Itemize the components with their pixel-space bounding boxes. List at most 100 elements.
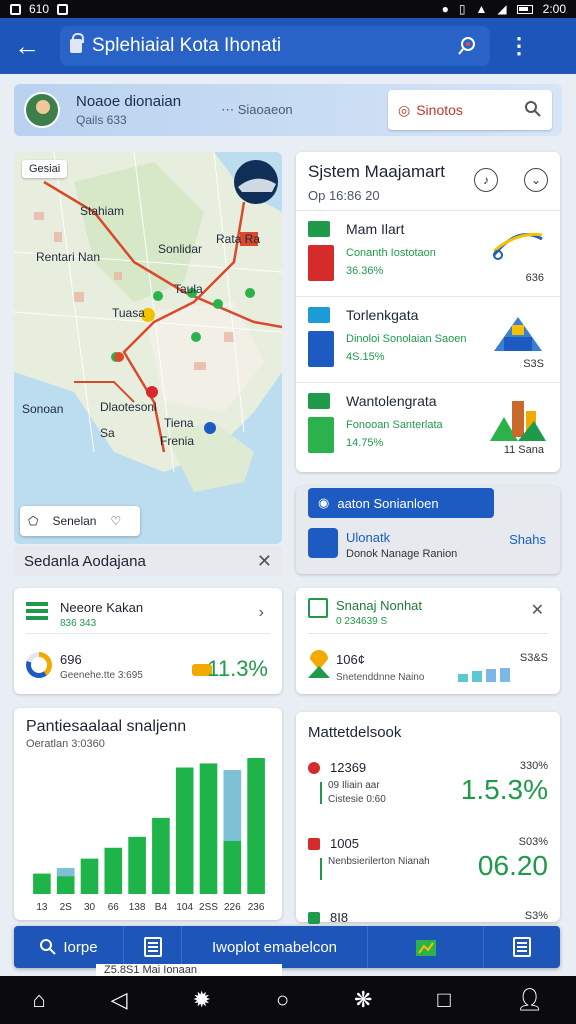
kpi-card-left[interactable]: Neeore Kakan 836 343 › 696 Geenehe.tte 3… [14, 588, 282, 694]
target-icon: ◎ [398, 101, 411, 118]
back-arrow-icon[interactable]: ← [10, 33, 44, 59]
music-icon[interactable]: ♪ [474, 168, 498, 192]
wifi-icon: ◢ [497, 2, 507, 16]
center-tab[interactable]: Iwoplot emabelcon [182, 926, 368, 968]
building-icon [308, 417, 334, 453]
map-badge: Gesiai [22, 160, 68, 178]
chart-bar [128, 836, 146, 894]
recents-icon[interactable]: □ [437, 989, 450, 1011]
item-value: 636 [525, 272, 544, 284]
vibrate-icon: ▯ [458, 2, 466, 16]
search-tab-label: Iorpe [63, 938, 98, 956]
x-tick-label: 2S [60, 902, 73, 913]
home-circle-icon[interactable]: ○ [276, 989, 289, 1011]
document-icon [143, 937, 162, 957]
list-item[interactable]: Mam Ilart Conanth Iostotaon 36.36% 636 [296, 210, 560, 296]
layers-icon: ⬠ [28, 514, 39, 528]
kpi-value-sub: Geenehe.tte 3:695 [60, 670, 143, 681]
system-management-card: Sjstem Maajamart Op 16:86 20 ♪ ⌄ Mam Ila… [296, 152, 560, 472]
x-tick-label: 30 [84, 902, 96, 913]
settings-icon[interactable]: ✹ [192, 989, 210, 1011]
kpi-card-right[interactable]: Snanaj Nonhat 0 234639 S ✕ 106¢ Snetendd… [296, 588, 560, 694]
signal-icon: ▲ [475, 2, 488, 16]
chart-bar [80, 858, 99, 894]
temple-icon [494, 317, 542, 351]
battery-icon [516, 4, 533, 14]
metric-line: 09 Iliain aar [328, 780, 380, 791]
search-tab[interactable]: Iorpe [14, 926, 124, 968]
item-value: S3S [523, 358, 544, 370]
action-card-subtitle: Donok Nanage Ranion [346, 548, 458, 560]
compass-icon [308, 528, 338, 558]
section-header: Sedanla Aodajana ✕ [14, 546, 282, 576]
chart-bar [56, 868, 75, 877]
share-link[interactable]: Shahs [509, 532, 546, 547]
sub-footer-text: Z5.8S1 Mai Ionaan [96, 964, 282, 976]
alarm-icon: ● [441, 2, 449, 16]
chevron-right-icon[interactable]: › [259, 604, 264, 622]
location-icon[interactable]: ⌄ [524, 168, 548, 192]
banner-middle-text: ⋯ Siaoaeon [221, 102, 293, 117]
metric-big-value: 06.20 [477, 850, 548, 881]
address-text: Splehiaial Kota Ihonati [92, 35, 282, 56]
location-pin-icon: ◉ [318, 495, 330, 510]
back-icon[interactable]: ◁ [111, 989, 128, 1011]
map-canvas [14, 152, 282, 492]
search-icon [40, 939, 57, 955]
heart-icon[interactable]: ♡ [110, 514, 121, 528]
x-tick-label: 2SS [199, 902, 218, 913]
map-label: Frenia [160, 434, 195, 448]
chart-bar [104, 847, 123, 894]
avatar[interactable] [24, 92, 60, 128]
divider [320, 782, 322, 804]
action-card[interactable]: ◉ aaton Sonianloen Ulonatk Donok Nanage … [296, 486, 560, 574]
report-tab[interactable] [484, 926, 560, 968]
list-item[interactable]: Torlenkgata Dinoloi Sonolaian Saoen 4S.1… [296, 296, 560, 382]
report-icon [513, 937, 531, 957]
close-icon[interactable]: ✕ [531, 600, 544, 620]
app-notification-icon [57, 3, 69, 15]
metric-row[interactable]: 12369 09 Iliain aar Cistesie 0:60 330% 1… [308, 760, 548, 820]
map-label: Dlaotesonl [100, 400, 157, 414]
bar-chart-card: Pantiesaalaal snaljenn Oeratlan 3:0360 1… [14, 708, 282, 920]
metric-percent: 330% [519, 760, 548, 772]
more-options-icon[interactable]: ⋮ [508, 35, 530, 57]
action-pill-label: aaton Sonianloen [337, 495, 439, 511]
map-view[interactable]: Gesiai Stahiam Rentari Nan Sonlidar Rata… [14, 152, 282, 544]
banner-subtitle: Qails 633 [76, 113, 127, 127]
apps-icon[interactable]: ❋ [354, 989, 372, 1011]
category-icon [308, 221, 330, 237]
notification-icon [10, 3, 21, 15]
list-item[interactable]: Wantolengrata Fonooan Santerlata 14.75% … [296, 382, 560, 468]
kpi-percent: 11.3% [207, 656, 268, 681]
metric-line: Cistesie 0:60 [328, 794, 386, 805]
microphone-icon[interactable] [454, 33, 480, 59]
category-icon [308, 393, 330, 409]
item-value: 11 Sana [503, 444, 544, 456]
bar-chart: 13 2S 30 66 138 B4 104 2SS 226 236 [33, 758, 265, 913]
metric-row[interactable]: 8I8 S3% [308, 910, 548, 925]
close-icon[interactable]: ✕ [257, 551, 272, 572]
map-tab[interactable] [368, 926, 484, 968]
action-pill-button[interactable]: ◉ aaton Sonianloen [308, 488, 494, 518]
map-layer-button[interactable]: ⬠ Senelan ♡ [20, 506, 140, 536]
metric-card-title: Mattetdelsook [308, 724, 402, 741]
donut-chart-icon [26, 652, 52, 678]
flag-icon [308, 838, 320, 850]
metric-row[interactable]: 1005 Nenbsierilerton Nianah S03% 06.20 [308, 836, 548, 896]
metric-line: Nenbsierilerton Nianah [328, 856, 430, 867]
address-bar[interactable]: Splehiaial Kota Ihonati [60, 26, 490, 66]
kpi-value-sub: Snetenddnne Naino [336, 672, 425, 683]
category-icon [308, 307, 330, 323]
banner-search-field[interactable]: ◎ Sinotos [388, 90, 552, 130]
bottom-app-bar: Iorpe Iwoplot emabelcon [14, 926, 560, 968]
kpi-right-value: S3&S [519, 652, 548, 664]
document-tab[interactable] [124, 926, 182, 968]
profile-icon[interactable]: 👤︎ [516, 989, 544, 1011]
mini-bar-chart [458, 668, 510, 682]
lock-icon [70, 33, 84, 53]
chart-bar [247, 758, 265, 894]
chart-bar [223, 770, 242, 841]
home-icon[interactable]: ⌂ [32, 989, 45, 1011]
search-icon[interactable] [524, 100, 542, 121]
